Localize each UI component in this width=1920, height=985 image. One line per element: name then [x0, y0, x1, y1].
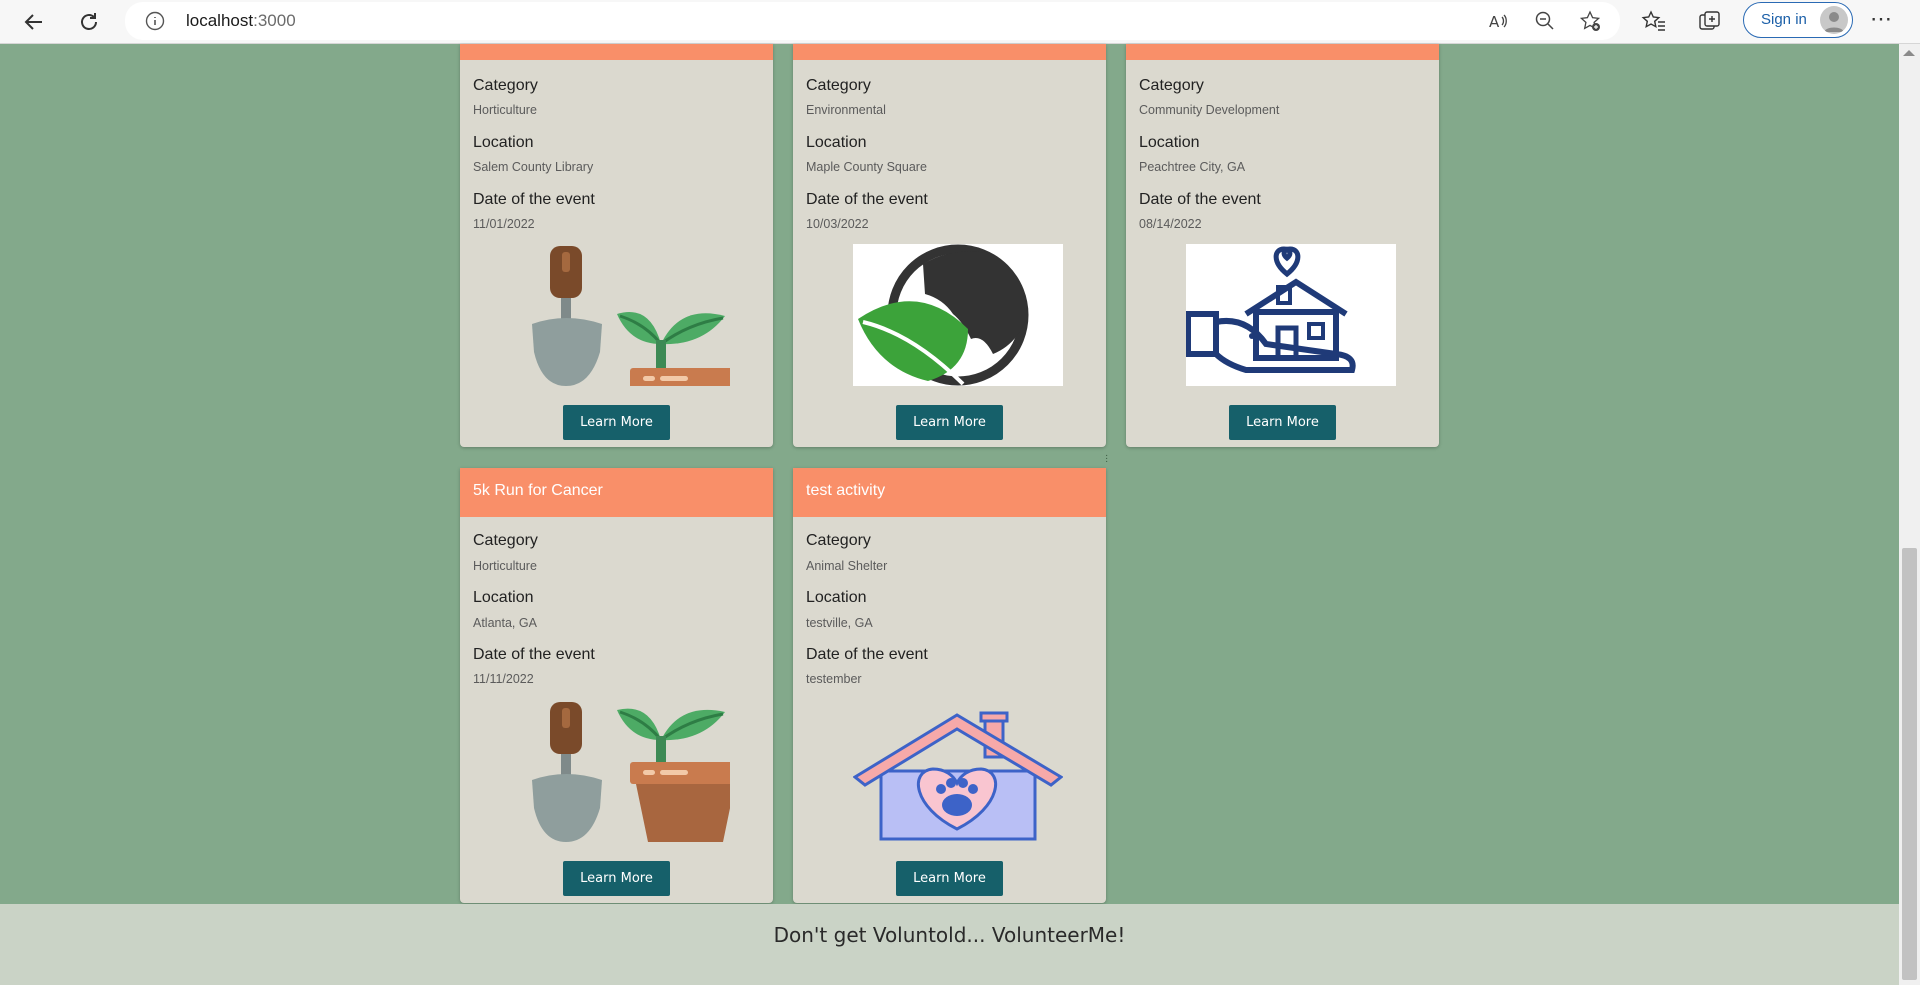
- card-header: [460, 44, 773, 60]
- back-button[interactable]: [16, 4, 52, 40]
- date-value: 10/03/2022: [806, 217, 869, 231]
- category-value: Environmental: [806, 103, 886, 117]
- zoom-out-icon[interactable]: [1534, 10, 1556, 32]
- date-value: 08/14/2022: [1139, 217, 1202, 231]
- scroll-up-icon[interactable]: [1903, 50, 1915, 56]
- location-value: testville, GA: [806, 616, 873, 630]
- resize-handle: · · ·: [1105, 450, 1109, 467]
- category-label: Category: [806, 77, 871, 94]
- gardening-icon: [532, 246, 730, 386]
- date-value: 11/11/2022: [473, 672, 534, 686]
- avatar: [1820, 6, 1848, 34]
- refresh-icon: [81, 13, 97, 30]
- category-value: Horticulture: [473, 559, 537, 573]
- learn-more-button[interactable]: Learn More: [563, 861, 670, 896]
- category-label: Category: [473, 77, 538, 94]
- event-card: Category Environmental Location Maple Co…: [793, 44, 1106, 447]
- footer-tagline: Don't get Voluntold... VolunteerMe!: [773, 923, 1126, 947]
- favorites-icon[interactable]: [1641, 9, 1667, 35]
- card-header: 5k Run for Cancer: [460, 468, 773, 517]
- event-card: 5k Run for Cancer Category Horticulture …: [460, 468, 773, 903]
- date-label: Date of the event: [473, 646, 595, 663]
- date-value: testember: [806, 672, 862, 686]
- location-value: Atlanta, GA: [473, 616, 537, 630]
- location-value: Maple County Square: [806, 160, 927, 174]
- card-header: [1126, 44, 1439, 60]
- location-label: Location: [806, 134, 867, 151]
- card-header: test activity: [793, 468, 1106, 517]
- location-label: Location: [473, 134, 534, 151]
- category-label: Category: [473, 532, 538, 549]
- earth-leaf-icon: [853, 244, 1063, 386]
- event-card: Category Community Development Location …: [1126, 44, 1439, 447]
- category-value: Horticulture: [473, 103, 537, 117]
- add-favorite-icon[interactable]: [1579, 10, 1601, 32]
- date-label: Date of the event: [1139, 191, 1261, 208]
- sign-in-label: Sign in: [1761, 11, 1807, 28]
- refresh-button[interactable]: [71, 4, 107, 40]
- hand-house-icon: [1186, 244, 1396, 386]
- date-label: Date of the event: [806, 646, 928, 663]
- browser-toolbar: localhost:3000 A Sign in ⋯: [0, 0, 1920, 44]
- read-aloud-icon[interactable]: A: [1487, 10, 1509, 32]
- footer: Don't get Voluntold... VolunteerMe!: [0, 904, 1899, 985]
- learn-more-button[interactable]: Learn More: [1229, 405, 1336, 440]
- location-value: Peachtree City, GA: [1139, 160, 1246, 174]
- date-label: Date of the event: [806, 191, 928, 208]
- back-arrow-icon: [24, 14, 42, 30]
- card-title: 5k Run for Cancer: [473, 482, 603, 499]
- date-value: 11/01/2022: [473, 217, 535, 231]
- site-info-icon[interactable]: [145, 11, 165, 31]
- location-value: Salem County Library: [473, 160, 594, 174]
- learn-more-button[interactable]: Learn More: [896, 861, 1003, 896]
- address-bar[interactable]: localhost:3000 A: [125, 2, 1620, 40]
- category-value: Animal Shelter: [806, 559, 888, 573]
- collections-icon[interactable]: [1697, 9, 1723, 35]
- card-title: test activity: [806, 482, 886, 499]
- location-label: Location: [1139, 134, 1200, 151]
- category-label: Category: [806, 532, 871, 549]
- address-url[interactable]: localhost:3000: [186, 11, 296, 31]
- card-header: [793, 44, 1106, 60]
- event-card: Category Horticulture Location Salem Cou…: [460, 44, 773, 447]
- svg-text:A: A: [1489, 13, 1500, 31]
- location-label: Location: [806, 589, 867, 606]
- gardening-icon: [532, 702, 730, 842]
- profile-icon: [1824, 12, 1844, 32]
- pet-house-icon: [853, 711, 1063, 841]
- category-value: Community Development: [1139, 103, 1280, 117]
- sign-in-button[interactable]: Sign in: [1743, 2, 1853, 38]
- location-label: Location: [473, 589, 534, 606]
- event-card: test activity Category Animal Shelter Lo…: [793, 468, 1106, 903]
- date-label: Date of the event: [473, 191, 595, 208]
- learn-more-button[interactable]: Learn More: [896, 405, 1003, 440]
- scrollbar-thumb[interactable]: [1902, 548, 1917, 980]
- learn-more-button[interactable]: Learn More: [563, 405, 670, 440]
- category-label: Category: [1139, 77, 1204, 94]
- more-options-icon[interactable]: ⋯: [1870, 6, 1893, 32]
